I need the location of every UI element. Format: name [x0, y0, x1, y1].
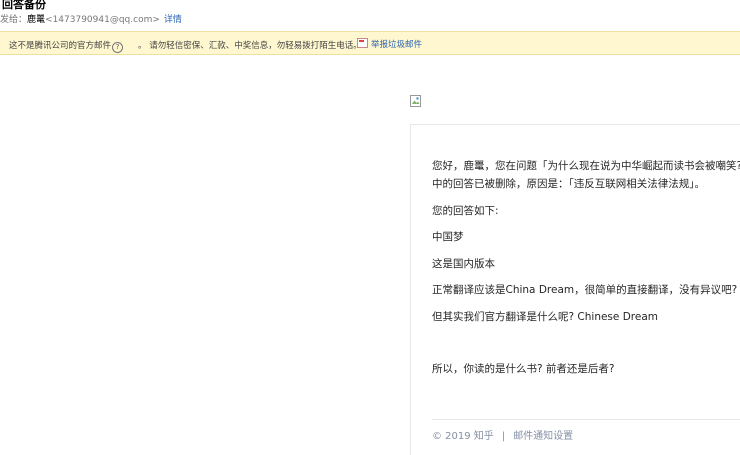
sender-line: 发给：鹿鼍<1473790941@qq.com> 详情: [0, 12, 182, 25]
from-label: 发给：: [0, 15, 28, 25]
sender-name[interactable]: 鹿鼍: [27, 15, 45, 25]
email-content-card: 您好，鹿鼍，您在问题「为什么现在说为中华崛起而读书会被嘲笑?」 中的回答已被删除…: [410, 124, 740, 455]
copyright-text: © 2019 知乎: [432, 431, 494, 442]
body-line-8: 所以，你读的是什么书? 前者还是后者?: [432, 363, 615, 375]
body-line-3: 您的回答如下:: [432, 205, 499, 217]
warning-text: 这不是腾讯公司的官方邮件?: [9, 39, 124, 53]
report-icon: [357, 38, 368, 48]
notification-settings-link[interactable]: 邮件通知设置: [513, 431, 573, 442]
footer-separator: |: [501, 431, 506, 442]
warning-text-part1: 这不是腾讯公司的官方邮件: [9, 41, 112, 51]
report-spam-link[interactable]: 举报垃圾邮件: [357, 38, 422, 50]
email-footer: © 2019 知乎 | 邮件通知设置: [432, 427, 573, 442]
security-warning-bar: 这不是腾讯公司的官方邮件? 。 请勿轻信密保、汇款、中奖信息，勿轻易拨打陌生电话…: [0, 31, 740, 55]
warning-advice: 。 请勿轻信密保、汇款、中奖信息，勿轻易拨打陌生电话。: [138, 41, 362, 51]
body-line-2: 中的回答已被删除，原因是：「违反互联网相关法律法规」。: [432, 178, 705, 190]
body-line-1: 您好，鹿鼍，您在问题「为什么现在说为中华崛起而读书会被嘲笑?」: [432, 160, 740, 172]
body-line-6: 正常翻译应该是China Dream，很简单的直接翻译，没有异议吧?: [432, 284, 738, 296]
broken-image-icon: [410, 95, 421, 107]
mail-subject: 回答备份: [2, 0, 46, 11]
report-spam-label[interactable]: 举报垃圾邮件: [371, 40, 422, 50]
body-line-7: 但其实我们官方翻译是什么呢? Chinese Dream: [432, 311, 658, 323]
help-icon[interactable]: ?: [112, 42, 124, 53]
mail-header: 回答备份 发给：鹿鼍<1473790941@qq.com> 详情: [0, 0, 740, 30]
footer-divider: [432, 419, 740, 420]
body-line-5: 这是国内版本: [432, 258, 495, 270]
detail-link[interactable]: 详情: [164, 15, 182, 25]
sender-email: <1473790941@qq.com>: [45, 15, 160, 25]
body-line-4: 中国梦: [432, 231, 464, 243]
